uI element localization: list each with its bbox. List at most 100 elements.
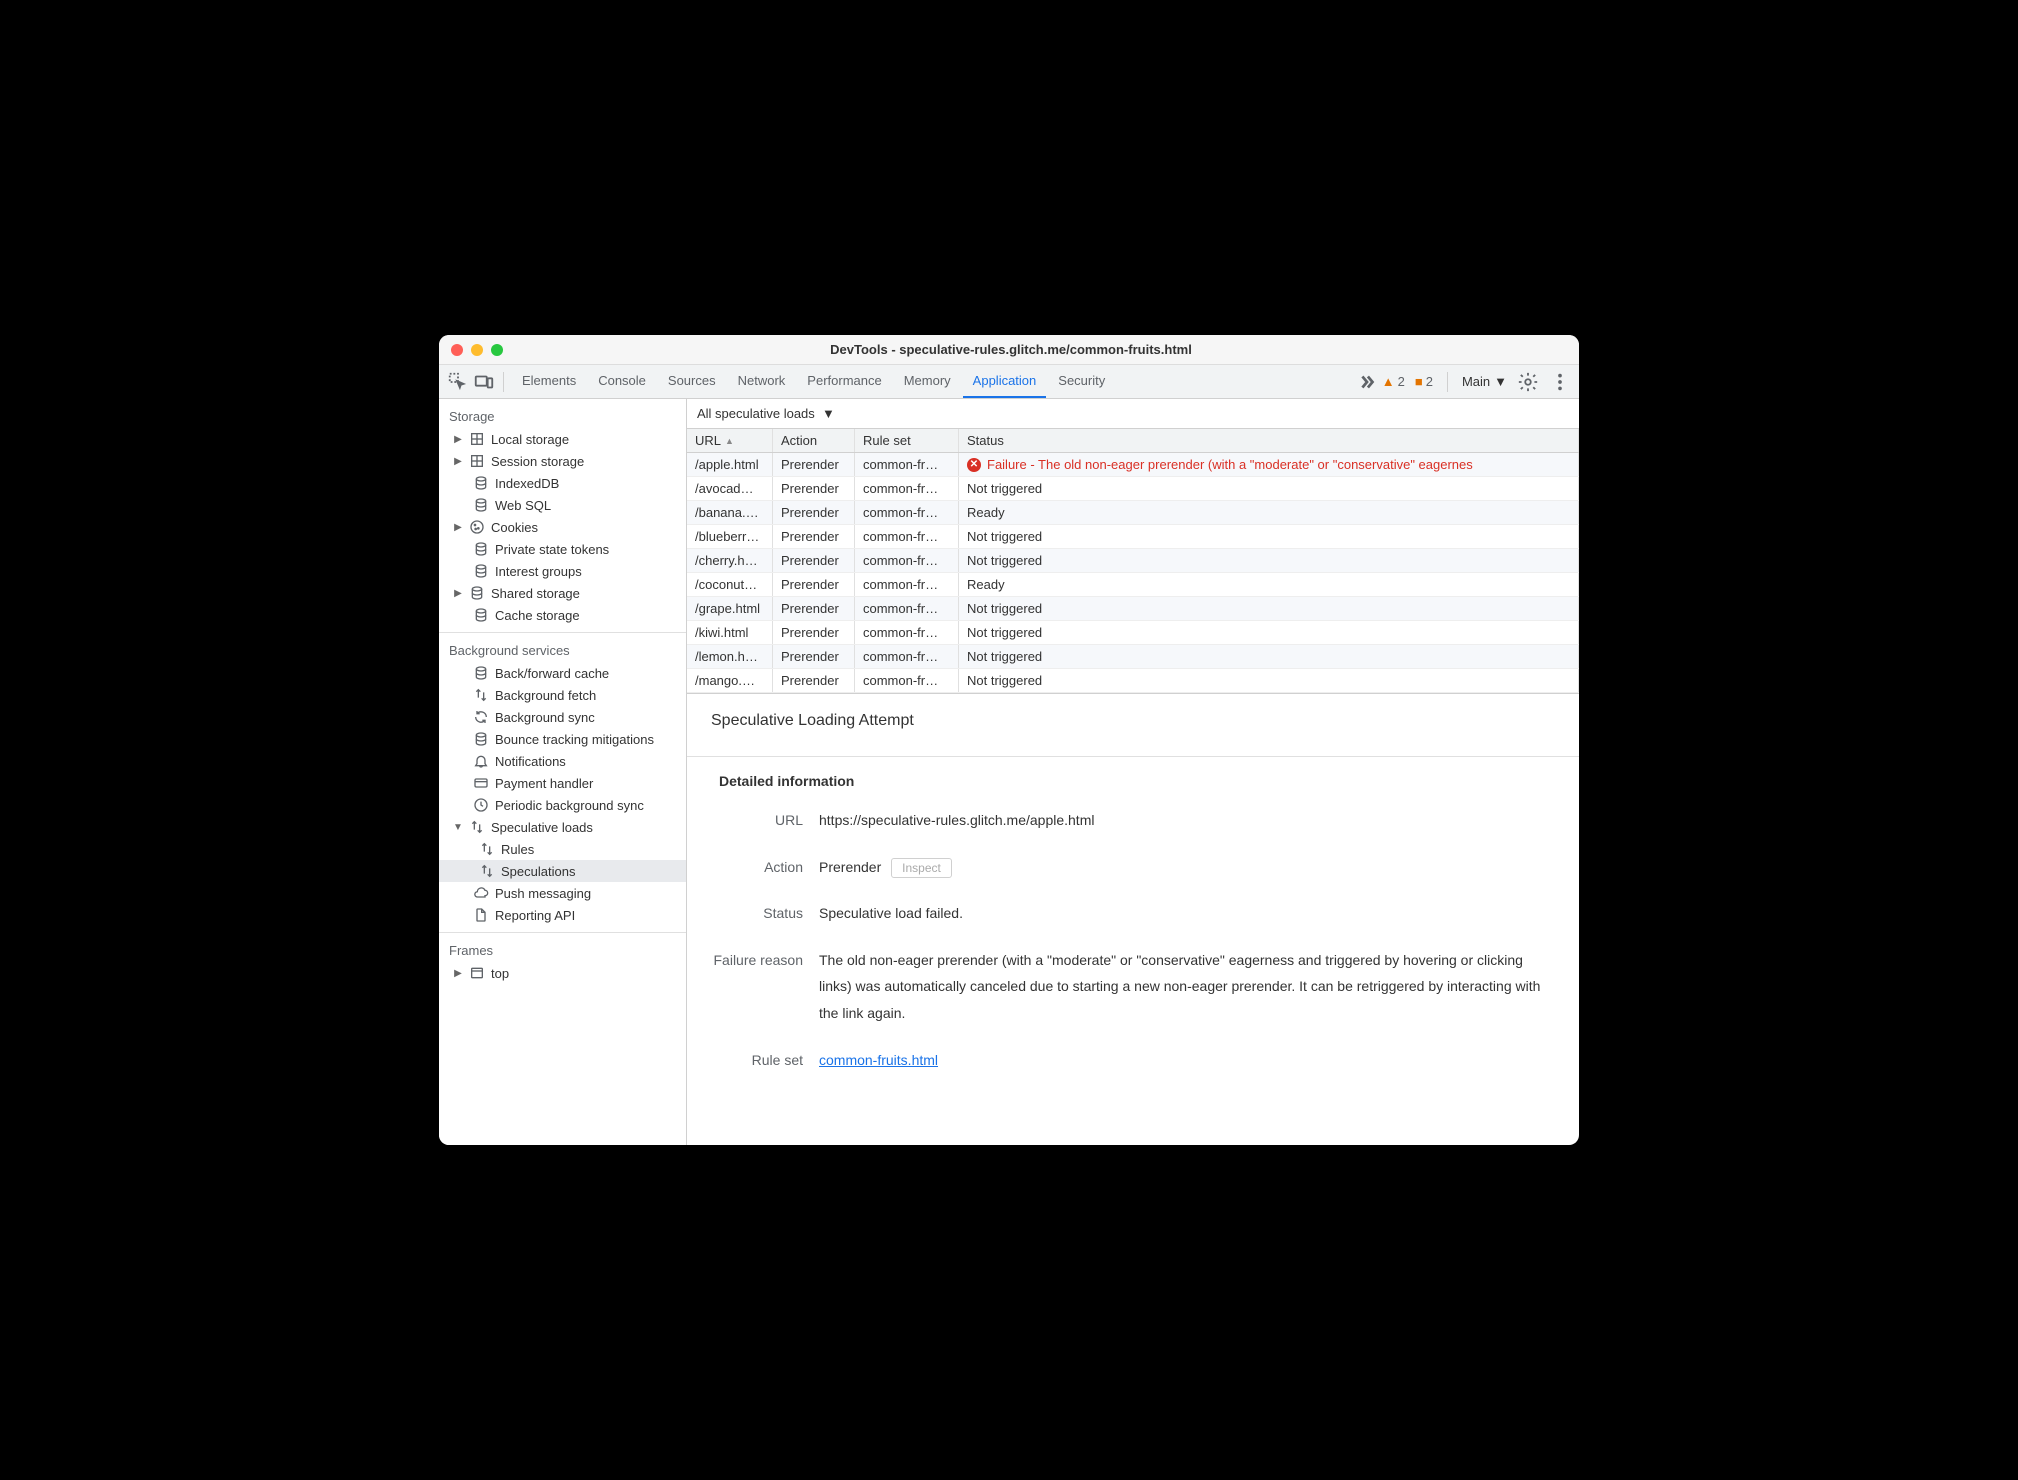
- inspect-icon[interactable]: [447, 371, 469, 393]
- th-action[interactable]: Action: [773, 429, 855, 452]
- sidebar-item-indexeddb[interactable]: IndexedDB: [439, 472, 686, 494]
- main-target-dropdown[interactable]: Main ▼: [1462, 374, 1507, 389]
- sidebar-item-push-messaging[interactable]: Push messaging: [439, 882, 686, 904]
- table-row[interactable]: /cherry.h…Prerendercommon-fr…Not trigger…: [687, 549, 1579, 573]
- sidebar-item-speculations[interactable]: Speculations: [439, 860, 686, 882]
- ruleset-label: Rule set: [711, 1047, 803, 1074]
- toolbar-right: ▲ 2 ■ 2 Main ▼: [1382, 371, 1571, 393]
- tab-sources[interactable]: Sources: [658, 365, 726, 398]
- table-row[interactable]: /kiwi.htmlPrerendercommon-fr…Not trigger…: [687, 621, 1579, 645]
- cell-status: Ready: [959, 573, 1579, 596]
- device-icon[interactable]: [473, 371, 495, 393]
- minimize-button[interactable]: [471, 344, 483, 356]
- sidebar-item-label: Shared storage: [491, 586, 580, 601]
- table-row[interactable]: /lemon.h…Prerendercommon-fr…Not triggere…: [687, 645, 1579, 669]
- status-label: Status: [711, 900, 803, 927]
- panel-tabs: ElementsConsoleSourcesNetworkPerformance…: [512, 365, 1352, 398]
- table-row[interactable]: /blueberr…Prerendercommon-fr…Not trigger…: [687, 525, 1579, 549]
- tab-application[interactable]: Application: [963, 365, 1047, 398]
- cell-status: Not triggered: [959, 477, 1579, 500]
- table-header: URL▲ Action Rule set Status: [687, 429, 1579, 453]
- failure-label: Failure reason: [711, 947, 803, 1027]
- sidebar-item-private-state-tokens[interactable]: Private state tokens: [439, 538, 686, 560]
- th-ruleset[interactable]: Rule set: [855, 429, 959, 452]
- storage-header: Storage: [439, 399, 686, 428]
- sidebar-item-label: Reporting API: [495, 908, 575, 923]
- sidebar-item-background-sync[interactable]: Background sync: [439, 706, 686, 728]
- sidebar-item-top[interactable]: ▶top: [439, 962, 686, 984]
- warnings-square[interactable]: ■ 2: [1415, 374, 1433, 389]
- tab-performance[interactable]: Performance: [797, 365, 891, 398]
- error-icon: ✕: [967, 458, 981, 472]
- tab-network[interactable]: Network: [728, 365, 796, 398]
- sidebar-item-label: Speculations: [501, 864, 575, 879]
- bell-icon: [473, 753, 489, 769]
- sidebar-item-notifications[interactable]: Notifications: [439, 750, 686, 772]
- sidebar-item-rules[interactable]: Rules: [439, 838, 686, 860]
- cell-action: Prerender: [773, 573, 855, 596]
- inspect-button[interactable]: Inspect: [891, 858, 952, 878]
- close-button[interactable]: [451, 344, 463, 356]
- clock-icon: [473, 797, 489, 813]
- table-row[interactable]: /apple.htmlPrerendercommon-fr…✕Failure -…: [687, 453, 1579, 477]
- sidebar-item-reporting-api[interactable]: Reporting API: [439, 904, 686, 926]
- db-icon: [473, 665, 489, 681]
- sidebar-item-session-storage[interactable]: ▶Session storage: [439, 450, 686, 472]
- cell-status: Not triggered: [959, 597, 1579, 620]
- sidebar-item-label: Session storage: [491, 454, 584, 469]
- cell-action: Prerender: [773, 453, 855, 476]
- cell-action: Prerender: [773, 525, 855, 548]
- sidebar-item-label: top: [491, 966, 509, 981]
- table-row[interactable]: /grape.htmlPrerendercommon-fr…Not trigge…: [687, 597, 1579, 621]
- db-icon: [473, 475, 489, 491]
- sidebar-item-back-forward-cache[interactable]: Back/forward cache: [439, 662, 686, 684]
- sidebar-item-local-storage[interactable]: ▶Local storage: [439, 428, 686, 450]
- sidebar-item-speculative-loads[interactable]: ▼Speculative loads: [439, 816, 686, 838]
- table-row[interactable]: /mango.…Prerendercommon-fr…Not triggered: [687, 669, 1579, 693]
- cell-action: Prerender: [773, 501, 855, 524]
- more-tabs-icon[interactable]: [1356, 371, 1378, 393]
- th-status[interactable]: Status: [959, 429, 1579, 452]
- sidebar-item-web-sql[interactable]: Web SQL: [439, 494, 686, 516]
- cell-status: Not triggered: [959, 669, 1579, 692]
- table-row[interactable]: /coconut…Prerendercommon-fr…Ready: [687, 573, 1579, 597]
- table-row[interactable]: /avocad…Prerendercommon-fr…Not triggered: [687, 477, 1579, 501]
- sidebar-item-background-fetch[interactable]: Background fetch: [439, 684, 686, 706]
- sidebar-item-shared-storage[interactable]: ▶Shared storage: [439, 582, 686, 604]
- cell-url: /lemon.h…: [687, 645, 773, 668]
- sidebar-item-periodic-background-sync[interactable]: Periodic background sync: [439, 794, 686, 816]
- tab-console[interactable]: Console: [588, 365, 656, 398]
- sidebar-item-cookies[interactable]: ▶Cookies: [439, 516, 686, 538]
- kebab-icon[interactable]: [1549, 371, 1571, 393]
- tab-elements[interactable]: Elements: [512, 365, 586, 398]
- speculations-table: URL▲ Action Rule set Status /apple.htmlP…: [687, 429, 1579, 693]
- sidebar-item-label: Push messaging: [495, 886, 591, 901]
- sidebar-item-cache-storage[interactable]: Cache storage: [439, 604, 686, 626]
- db-icon: [473, 731, 489, 747]
- th-url[interactable]: URL▲: [687, 429, 773, 452]
- sidebar-item-interest-groups[interactable]: Interest groups: [439, 560, 686, 582]
- cell-ruleset: common-fr…: [855, 525, 959, 548]
- sidebar-item-label: Back/forward cache: [495, 666, 609, 681]
- frames-header: Frames: [439, 933, 686, 962]
- cell-status: Ready: [959, 501, 1579, 524]
- filter-dropdown[interactable]: All speculative loads ▼: [697, 406, 835, 421]
- cell-action: Prerender: [773, 597, 855, 620]
- tab-memory[interactable]: Memory: [894, 365, 961, 398]
- cell-url: /grape.html: [687, 597, 773, 620]
- tab-security[interactable]: Security: [1048, 365, 1115, 398]
- card-icon: [473, 775, 489, 791]
- failure-value: The old non-eager prerender (with a "mod…: [819, 947, 1555, 1027]
- application-sidebar[interactable]: Storage ▶Local storage▶Session storageIn…: [439, 399, 687, 1145]
- warnings-triangle[interactable]: ▲ 2: [1382, 374, 1405, 389]
- table-row[interactable]: /banana.…Prerendercommon-fr…Ready: [687, 501, 1579, 525]
- ruleset-link[interactable]: common-fruits.html: [819, 1052, 938, 1068]
- gear-icon[interactable]: [1517, 371, 1539, 393]
- sidebar-item-label: Rules: [501, 842, 534, 857]
- zoom-button[interactable]: [491, 344, 503, 356]
- sidebar-item-label: Cache storage: [495, 608, 580, 623]
- action-value: Prerender Inspect: [819, 854, 1555, 881]
- sidebar-item-bounce-tracking-mitigations[interactable]: Bounce tracking mitigations: [439, 728, 686, 750]
- chevron-down-icon: ▼: [453, 822, 463, 833]
- sidebar-item-payment-handler[interactable]: Payment handler: [439, 772, 686, 794]
